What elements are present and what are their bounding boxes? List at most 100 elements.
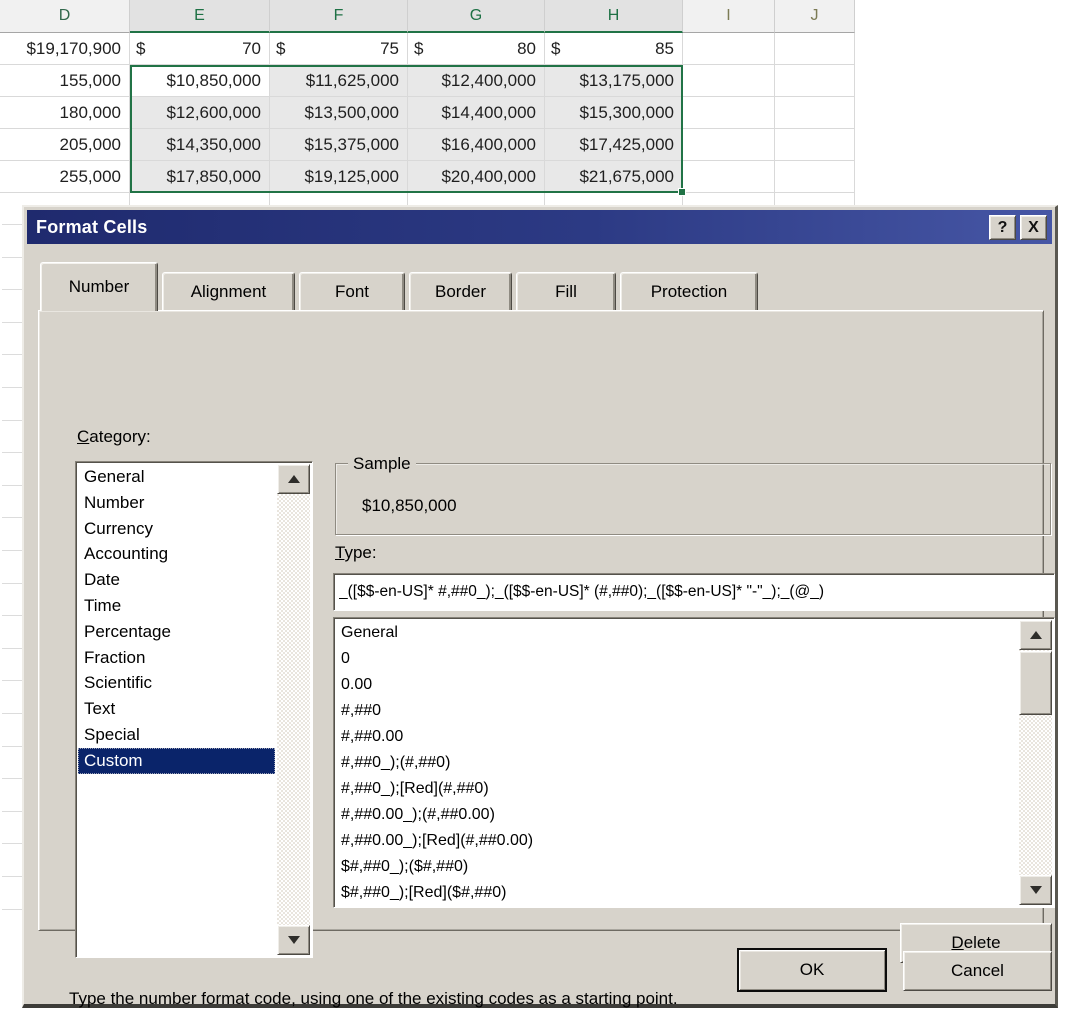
- cell[interactable]: [270, 193, 408, 205]
- cell[interactable]: $14,350,000: [130, 129, 270, 161]
- cell[interactable]: $19,170,900: [0, 33, 130, 65]
- category-item-time[interactable]: Time: [78, 593, 275, 619]
- dialog-close-button[interactable]: X: [1020, 215, 1047, 240]
- category-item-currency[interactable]: Currency: [78, 516, 275, 542]
- cell[interactable]: $11,625,000: [270, 65, 408, 97]
- cell[interactable]: [683, 193, 775, 205]
- format-cells-dialog: Format Cells ? X NumberAlignmentFontBord…: [22, 205, 1058, 1008]
- category-scrollbar[interactable]: [277, 464, 310, 955]
- scroll-down-button[interactable]: [277, 925, 310, 955]
- category-item-number[interactable]: Number: [78, 490, 275, 516]
- tab-font[interactable]: Font: [299, 272, 405, 310]
- format-code-item[interactable]: #,##0: [336, 698, 1017, 724]
- column-header-H[interactable]: H: [545, 0, 683, 33]
- cell[interactable]: $20,400,000: [408, 161, 545, 193]
- category-item-date[interactable]: Date: [78, 567, 275, 593]
- category-listbox[interactable]: GeneralNumberCurrencyAccountingDateTimeP…: [75, 461, 313, 958]
- cell[interactable]: $70: [130, 33, 270, 65]
- cell[interactable]: $16,400,000: [408, 129, 545, 161]
- cell[interactable]: $12,600,000: [130, 97, 270, 129]
- tab-alignment[interactable]: Alignment: [162, 272, 295, 310]
- column-header-E[interactable]: E: [130, 0, 270, 33]
- format-code-item[interactable]: 0: [336, 646, 1017, 672]
- category-item-accounting[interactable]: Accounting: [78, 541, 275, 567]
- cell[interactable]: $17,425,000: [545, 129, 683, 161]
- cell[interactable]: $15,375,000: [270, 129, 408, 161]
- cell[interactable]: [683, 97, 775, 129]
- category-item-fraction[interactable]: Fraction: [78, 645, 275, 671]
- cell[interactable]: [683, 161, 775, 193]
- cell[interactable]: [408, 193, 545, 205]
- cell[interactable]: $17,850,000: [130, 161, 270, 193]
- cell[interactable]: [775, 97, 855, 129]
- tab-protection[interactable]: Protection: [620, 272, 758, 310]
- category-item-percentage[interactable]: Percentage: [78, 619, 275, 645]
- cell[interactable]: 255,000: [0, 161, 130, 193]
- category-scrollbar-track[interactable]: [277, 494, 310, 925]
- format-code-item[interactable]: General: [336, 620, 1017, 646]
- format-codes-listbox[interactable]: General00.00#,##0#,##0.00#,##0_);(#,##0)…: [333, 617, 1055, 908]
- format-code-item[interactable]: #,##0_);[Red](#,##0): [336, 776, 1017, 802]
- cell[interactable]: [683, 33, 775, 65]
- dialog-help-button[interactable]: ?: [989, 215, 1016, 240]
- scroll-up-button[interactable]: [1019, 620, 1052, 650]
- format-code-item[interactable]: $#,##0_);($#,##0): [336, 854, 1017, 880]
- scroll-up-button[interactable]: [277, 464, 310, 494]
- cell[interactable]: [775, 193, 855, 205]
- scrollbar-thumb[interactable]: [1019, 651, 1052, 715]
- cell[interactable]: $10,850,000: [130, 65, 270, 97]
- column-header-D[interactable]: D: [0, 0, 130, 33]
- scroll-down-button[interactable]: [1019, 875, 1052, 905]
- type-input[interactable]: [333, 573, 1055, 611]
- tab-border[interactable]: Border: [409, 272, 512, 310]
- cell[interactable]: 180,000: [0, 97, 130, 129]
- cancel-button[interactable]: Cancel: [903, 951, 1052, 991]
- gridline: [2, 648, 22, 649]
- format-code-item[interactable]: #,##0.00_);[Red](#,##0.00): [336, 828, 1017, 854]
- cell[interactable]: $21,675,000: [545, 161, 683, 193]
- cell[interactable]: [775, 129, 855, 161]
- cell[interactable]: $14,400,000: [408, 97, 545, 129]
- cell[interactable]: [775, 161, 855, 193]
- format-code-item[interactable]: $#,##0_);[Red]($#,##0): [336, 880, 1017, 906]
- format-code-item[interactable]: #,##0_);(#,##0): [336, 750, 1017, 776]
- cell[interactable]: $15,300,000: [545, 97, 683, 129]
- cell[interactable]: [0, 193, 130, 205]
- cell-value: 85: [655, 39, 674, 59]
- fill-handle[interactable]: [678, 188, 686, 196]
- gridline: [2, 387, 22, 388]
- category-item-custom[interactable]: Custom: [78, 748, 275, 774]
- format-code-item[interactable]: #,##0.00: [336, 724, 1017, 750]
- column-header-F[interactable]: F: [270, 0, 408, 33]
- tab-number[interactable]: Number: [40, 262, 158, 311]
- column-header-I[interactable]: I: [683, 0, 775, 33]
- cell[interactable]: [130, 193, 270, 205]
- category-item-special[interactable]: Special: [78, 722, 275, 748]
- cell[interactable]: $19,125,000: [270, 161, 408, 193]
- format-codes-scrollbar[interactable]: [1019, 620, 1052, 905]
- category-item-general[interactable]: General: [78, 464, 275, 490]
- currency-symbol: $: [551, 39, 560, 59]
- cell[interactable]: [683, 129, 775, 161]
- cell[interactable]: $12,400,000: [408, 65, 545, 97]
- cell[interactable]: [683, 65, 775, 97]
- column-header-J[interactable]: J: [775, 0, 855, 33]
- tab-fill[interactable]: Fill: [516, 272, 616, 310]
- cell[interactable]: 155,000: [0, 65, 130, 97]
- cell[interactable]: [775, 65, 855, 97]
- cell[interactable]: $80: [408, 33, 545, 65]
- cell[interactable]: [775, 33, 855, 65]
- cell[interactable]: $85: [545, 33, 683, 65]
- dialog-tabs: NumberAlignmentFontBorderFillProtection: [40, 262, 758, 310]
- format-code-item[interactable]: 0.00: [336, 672, 1017, 698]
- cell[interactable]: $75: [270, 33, 408, 65]
- category-item-text[interactable]: Text: [78, 696, 275, 722]
- cell[interactable]: 205,000: [0, 129, 130, 161]
- format-code-item[interactable]: #,##0.00_);(#,##0.00): [336, 802, 1017, 828]
- cell[interactable]: $13,500,000: [270, 97, 408, 129]
- cell[interactable]: [545, 193, 683, 205]
- cell[interactable]: $13,175,000: [545, 65, 683, 97]
- ok-button[interactable]: OK: [737, 948, 887, 992]
- category-item-scientific[interactable]: Scientific: [78, 670, 275, 696]
- column-header-G[interactable]: G: [408, 0, 545, 33]
